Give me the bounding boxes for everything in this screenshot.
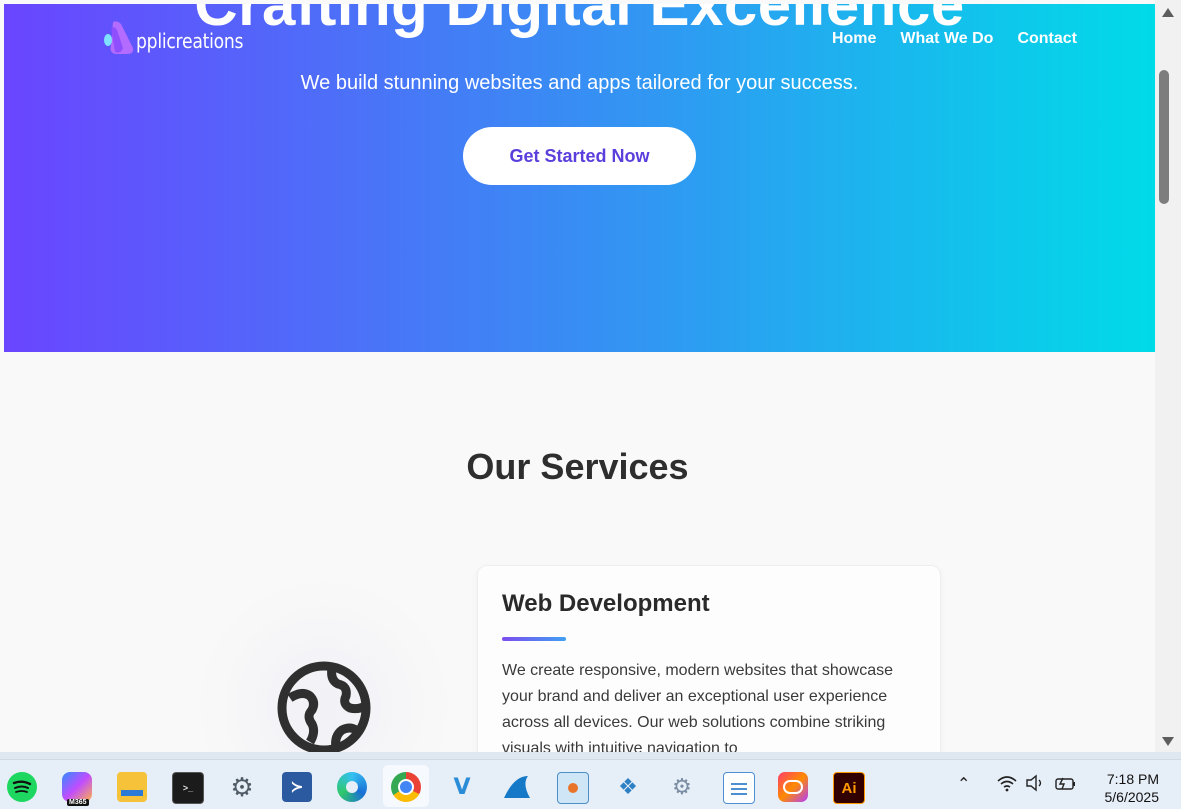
spotify-icon[interactable] [7,772,37,802]
monitor-app-icon[interactable] [557,772,589,804]
browser-viewport: Crafting Digital Excellence pplicreation… [0,0,1155,752]
m365-copilot-icon[interactable]: M365 [62,772,92,806]
nav-what-we-do-link[interactable]: What We Do [900,30,993,48]
hero-section: Crafting Digital Excellence pplicreation… [4,4,1155,352]
vertical-scrollbar[interactable] [1155,0,1181,752]
network-app-icon[interactable]: ❖ [613,772,643,802]
globe-icon [277,661,371,752]
volume-icon[interactable] [1025,774,1047,797]
battery-icon[interactable] [1054,774,1078,797]
wireshark-icon[interactable] [502,772,532,802]
nav-contact-link[interactable]: Contact [1017,30,1077,48]
illustrator-label: Ai [841,779,857,797]
brand-logo[interactable]: pplicreations [99,18,261,58]
clock-date: 5/6/2025 [1104,789,1160,805]
chrome-icon[interactable] [391,772,421,802]
terminal-icon[interactable]: >_ [172,772,204,804]
file-explorer-icon[interactable] [117,772,147,802]
powershell-icon[interactable]: ≻ [282,772,312,802]
system-clock[interactable]: 7:18 PM 5/6/2025 [1105,770,1160,806]
clock-time: 7:18 PM [1106,771,1159,787]
service-card-text: We create responsive, modern websites th… [502,662,894,752]
title-underline [502,637,566,641]
service-card-web-development: Web Development We create responsive, mo… [477,565,941,752]
scroll-down-arrow-icon[interactable] [1162,737,1174,746]
edge-icon[interactable] [337,772,367,802]
services-heading: Our Services [466,446,689,487]
brand-name: pplicreations [136,29,244,53]
main-nav: Home What We Do Contact [832,30,1077,48]
hero-subtitle: We build stunning websites and apps tail… [300,72,859,94]
visual-studio-icon[interactable]: V [447,772,477,802]
logo-mark-icon [104,21,134,54]
service-card-title: Web Development [502,590,710,617]
nav-home-link[interactable]: Home [832,30,876,48]
show-hidden-icons-chevron-icon[interactable]: ⌃ [957,774,970,794]
settings-icon[interactable]: ⚙ [227,772,257,802]
gears-app-icon[interactable]: ⚙ [667,772,697,802]
scrollbar-thumb[interactable] [1159,70,1169,204]
creative-cloud-icon[interactable] [778,772,808,802]
m365-label: M365 [67,799,89,806]
get-started-button[interactable]: Get Started Now [463,127,696,185]
illustrator-icon[interactable]: Ai [833,772,865,804]
notepad-icon[interactable] [723,772,755,804]
scroll-up-arrow-icon[interactable] [1162,8,1174,17]
taskbar: M365 >_ ⚙ ≻ V ❖ ⚙ Ai ⌃ 7:18 PM 5/6/2025 [0,759,1181,809]
wifi-icon[interactable] [996,774,1018,797]
